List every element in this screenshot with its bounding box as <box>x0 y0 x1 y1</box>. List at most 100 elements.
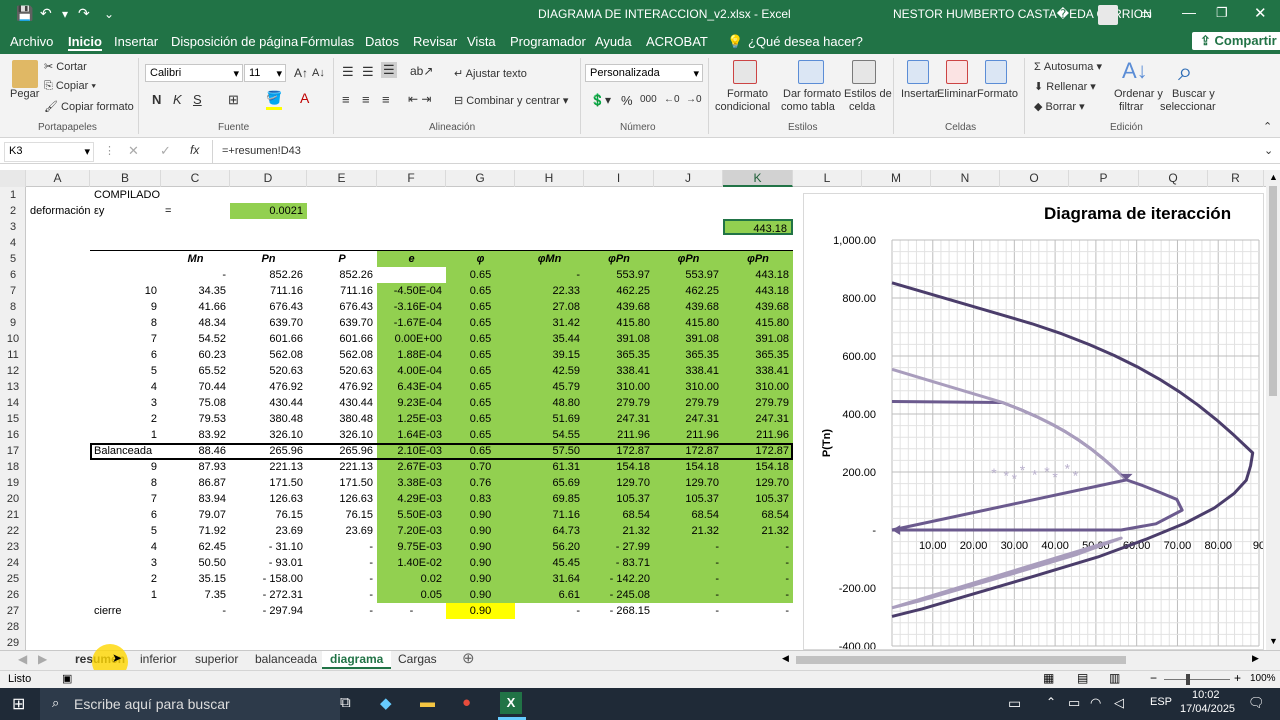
zoom-slider-thumb[interactable] <box>1186 674 1190 685</box>
language-indicator[interactable]: ESP <box>1150 696 1172 708</box>
table-cell[interactable]: 639.70 <box>307 315 377 331</box>
table-cell[interactable]: 0.65 <box>446 411 515 427</box>
col-header-p[interactable]: P <box>1069 170 1139 187</box>
table-header-cell[interactable]: Mn <box>161 251 230 267</box>
table-cell[interactable]: - 142.20 <box>584 571 654 587</box>
table-cell[interactable]: 50.50 <box>161 555 230 571</box>
table-cell[interactable]: 6.61 <box>515 587 584 603</box>
table-cell[interactable]: 211.96 <box>723 427 793 443</box>
italic-icon[interactable]: K <box>173 92 182 107</box>
file-explorer-icon[interactable]: ▬ <box>420 694 435 711</box>
table-cell[interactable]: 380.48 <box>230 411 307 427</box>
find-select-label[interactable]: Buscar y <box>1172 88 1215 100</box>
table-cell[interactable]: 76.15 <box>307 507 377 523</box>
font-size-select[interactable]: 11 ▾ <box>244 64 286 82</box>
menu-archivo[interactable]: Archivo <box>10 34 53 49</box>
horizontal-scrollbar[interactable]: ◀ ▶ <box>780 653 1264 667</box>
table-cell[interactable]: 171.50 <box>230 475 307 491</box>
expand-formula-icon[interactable]: ⌄ <box>1264 144 1273 157</box>
row-header[interactable]: 18 <box>0 459 26 475</box>
zoom-slider[interactable] <box>1164 679 1230 680</box>
table-cell[interactable]: 279.79 <box>584 395 654 411</box>
col-header-r[interactable]: R <box>1208 170 1264 187</box>
row-header[interactable]: 20 <box>0 491 26 507</box>
table-cell[interactable]: cierre <box>90 603 161 619</box>
menu-ayuda[interactable]: Ayuda <box>595 34 632 49</box>
table-cell[interactable]: 553.97 <box>584 267 654 283</box>
worksheet-grid[interactable]: COMPILADO deformación εy = 0.0021 443.18… <box>26 187 793 650</box>
table-cell[interactable]: 4 <box>90 539 161 555</box>
table-cell[interactable]: 9.23E-04 <box>377 395 446 411</box>
bold-icon[interactable]: N <box>152 92 161 107</box>
table-cell[interactable]: 1.64E-03 <box>377 427 446 443</box>
table-cell[interactable]: 221.13 <box>230 459 307 475</box>
borders-icon[interactable]: ⊞ <box>228 92 239 108</box>
table-cell[interactable]: 154.18 <box>584 459 654 475</box>
table-cell[interactable]: - <box>723 603 793 619</box>
table-cell[interactable]: 62.45 <box>161 539 230 555</box>
table-cell[interactable]: 365.35 <box>723 347 793 363</box>
table-cell[interactable]: 338.41 <box>723 363 793 379</box>
font-name-select[interactable]: Calibri ▾ <box>145 64 243 82</box>
table-cell[interactable]: 7.20E-03 <box>377 523 446 539</box>
row-header[interactable]: 27 <box>0 603 26 619</box>
table-cell[interactable]: 60.23 <box>161 347 230 363</box>
table-cell[interactable]: 48.34 <box>161 315 230 331</box>
insert-cells-label[interactable]: Insertar <box>901 88 938 100</box>
table-cell[interactable]: 1.40E-02 <box>377 555 446 571</box>
page-layout-icon[interactable]: ▤ <box>1077 671 1088 685</box>
table-cell[interactable]: 2 <box>90 411 161 427</box>
table-cell[interactable]: 1 <box>90 427 161 443</box>
number-format-select[interactable]: Personalizada ▾ <box>585 64 703 82</box>
table-cell[interactable]: 6.43E-04 <box>377 379 446 395</box>
table-cell[interactable]: 562.08 <box>307 347 377 363</box>
table-cell[interactable]: 520.63 <box>230 363 307 379</box>
table-cell[interactable]: 0.90 <box>446 555 515 571</box>
row-header[interactable]: 6 <box>0 267 26 283</box>
table-cell[interactable]: 5 <box>90 523 161 539</box>
table-cell[interactable]: 42.59 <box>515 363 584 379</box>
scroll-up-icon[interactable]: ▲ <box>1269 172 1278 182</box>
table-cell[interactable]: - 297.94 <box>230 603 307 619</box>
row-header[interactable]: 3 <box>0 219 26 235</box>
undo-dropdown-icon[interactable]: ▾ <box>62 7 68 21</box>
table-cell[interactable]: 430.44 <box>230 395 307 411</box>
table-cell[interactable]: 68.54 <box>723 507 793 523</box>
table-cell[interactable]: - <box>654 587 723 603</box>
customize-toolbar-icon[interactable]: ⌄ <box>104 7 114 21</box>
align-bottom-icon[interactable]: ☰ <box>381 62 397 78</box>
table-cell[interactable]: 31.64 <box>515 571 584 587</box>
table-cell[interactable]: 64.73 <box>515 523 584 539</box>
table-cell[interactable]: 391.08 <box>584 331 654 347</box>
zoom-level[interactable]: 100% <box>1250 673 1276 684</box>
thousands-icon[interactable]: 000 <box>640 94 657 105</box>
table-cell[interactable]: 7.35 <box>161 587 230 603</box>
row-header[interactable]: 19 <box>0 475 26 491</box>
table-cell[interactable]: 562.08 <box>230 347 307 363</box>
copy-button[interactable]: ⎘ Copiar ▾ <box>44 80 96 93</box>
copilot-icon[interactable]: ◆ <box>380 694 392 712</box>
name-box[interactable]: K3 ▾ <box>4 142 94 162</box>
table-cell[interactable]: 126.63 <box>230 491 307 507</box>
table-cell[interactable]: 31.42 <box>515 315 584 331</box>
align-middle-icon[interactable]: ☰ <box>362 64 374 80</box>
table-cell[interactable]: 0.90 <box>446 507 515 523</box>
menu-acrobat[interactable]: ACROBAT <box>646 34 708 49</box>
menu-programador[interactable]: Programador <box>510 34 586 49</box>
conditional-format-icon[interactable] <box>733 60 757 84</box>
table-cell[interactable]: 310.00 <box>723 379 793 395</box>
network-icon[interactable]: ▭ <box>1068 695 1080 711</box>
avatar[interactable] <box>1098 5 1118 25</box>
fill-button[interactable]: ⬇ Rellenar ▾ <box>1034 80 1096 93</box>
table-cell[interactable]: 68.54 <box>584 507 654 523</box>
task-view-icon[interactable]: ⧉ <box>340 694 351 711</box>
table-header-cell[interactable]: φPn <box>584 251 654 267</box>
align-top-icon[interactable]: ☰ <box>342 64 354 80</box>
cell-a2[interactable]: deformación <box>26 203 90 219</box>
ribbon-display-icon[interactable]: ▭ <box>1140 6 1152 22</box>
table-cell[interactable]: 476.92 <box>307 379 377 395</box>
cell-styles-icon[interactable] <box>852 60 876 84</box>
table-cell[interactable]: - 93.01 <box>230 555 307 571</box>
table-cell[interactable]: 0.83 <box>446 491 515 507</box>
table-cell[interactable]: 23.69 <box>307 523 377 539</box>
